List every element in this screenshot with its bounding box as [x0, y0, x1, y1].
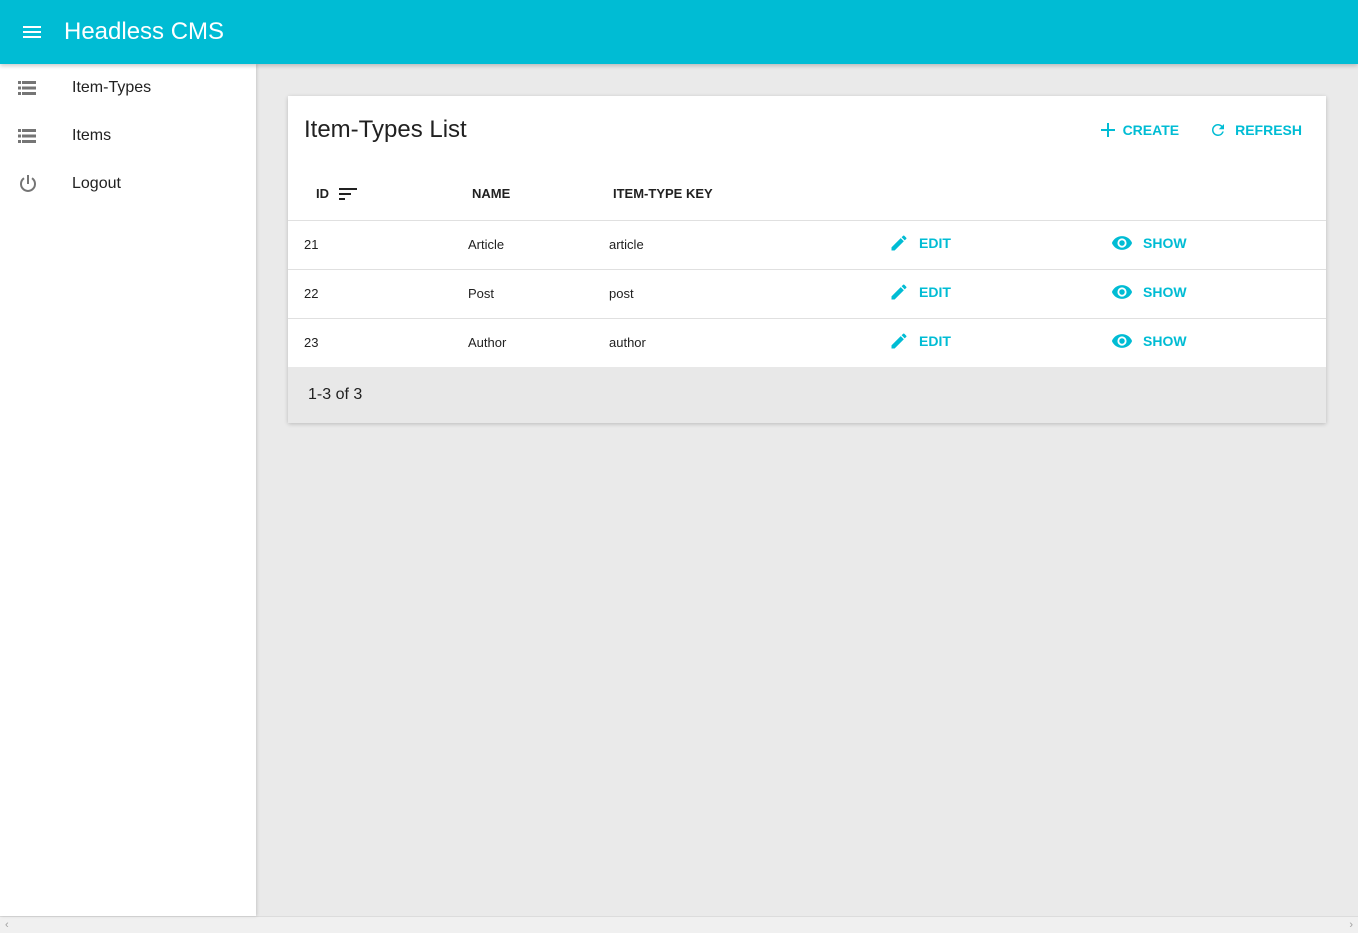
cell-key: author: [609, 317, 883, 367]
sidebar: Item-Types Items Logout: [0, 64, 256, 916]
edit-button[interactable]: EDIT: [889, 331, 951, 351]
show-label: SHOW: [1143, 333, 1187, 350]
column-header-name[interactable]: NAME: [468, 168, 609, 220]
pagination-footer: 1-3 of 3: [288, 367, 1326, 423]
table-row[interactable]: 22 Post post EDIT SHOW: [288, 268, 1326, 318]
eye-icon: [1111, 236, 1133, 250]
create-label: CREATE: [1122, 122, 1180, 138]
show-label: SHOW: [1143, 235, 1187, 251]
cell-name: Author: [468, 317, 609, 367]
card-actions: CREATE REFRESH: [1079, 112, 1310, 148]
cell-id: 22: [288, 268, 468, 318]
refresh-button[interactable]: REFRESH: [1201, 112, 1310, 148]
edit-label: EDIT: [919, 333, 951, 350]
column-header-key[interactable]: ITEM-TYPE KEY: [609, 168, 883, 220]
cell-id: 21: [288, 219, 468, 269]
hamburger-menu-icon: [23, 26, 41, 38]
show-button[interactable]: SHOW: [1111, 330, 1187, 352]
sidebar-item-item-types[interactable]: Item-Types: [0, 64, 256, 112]
table-row[interactable]: 23 Author author EDIT SHOW: [288, 317, 1326, 367]
edit-label: EDIT: [919, 235, 951, 251]
pencil-icon: [891, 284, 907, 300]
item-types-table: ID NAME ITEM-TYPE KEY 21 Article article: [288, 168, 1326, 367]
cell-id: 23: [288, 317, 468, 367]
page-title: Item-Types List: [304, 116, 467, 143]
pencil-icon: [891, 235, 907, 251]
scroll-left-icon[interactable]: ‹: [5, 919, 9, 931]
list-icon: [0, 129, 56, 143]
column-header-id[interactable]: ID: [288, 168, 468, 220]
table-header-row: ID NAME ITEM-TYPE KEY: [288, 168, 1326, 220]
cell-name: Article: [468, 219, 609, 269]
menu-button[interactable]: [0, 0, 64, 64]
table-row[interactable]: 21 Article article EDIT SHOW: [288, 219, 1326, 269]
sidebar-item-label: Logout: [72, 175, 121, 192]
sort-icon: [339, 187, 357, 200]
create-button[interactable]: CREATE: [1093, 112, 1188, 148]
list-icon: [0, 81, 56, 95]
sidebar-item-label: Item-Types: [72, 79, 152, 96]
horizontal-scrollbar[interactable]: ‹ ›: [0, 916, 1358, 933]
scroll-right-icon[interactable]: ›: [1349, 919, 1353, 931]
eye-icon: [1111, 334, 1133, 349]
item-types-list-card: Item-Types List CREATE REFRESH ID NAME I…: [288, 96, 1326, 423]
cell-key: article: [609, 219, 883, 269]
column-header-edit: [883, 168, 1105, 220]
cell-key: post: [609, 268, 883, 318]
sidebar-item-items[interactable]: Items: [0, 112, 256, 160]
edit-button[interactable]: EDIT: [889, 233, 951, 253]
power-icon: [0, 174, 56, 194]
show-button[interactable]: SHOW: [1111, 232, 1187, 254]
refresh-icon: [1212, 124, 1225, 136]
pencil-icon: [891, 333, 907, 349]
column-header-show: [1105, 168, 1326, 220]
column-header-label: ID: [316, 186, 329, 202]
sidebar-item-logout[interactable]: Logout: [0, 160, 256, 208]
app-bar: Headless CMS: [0, 0, 1358, 64]
refresh-label: REFRESH: [1235, 122, 1302, 138]
show-button[interactable]: SHOW: [1111, 281, 1187, 303]
show-label: SHOW: [1143, 284, 1187, 300]
plus-icon: [1100, 123, 1115, 137]
pagination-text: 1-3 of 3: [308, 386, 363, 403]
cell-name: Post: [468, 268, 609, 318]
eye-icon: [1111, 285, 1133, 299]
edit-label: EDIT: [919, 284, 951, 300]
app-title: Headless CMS: [64, 18, 225, 45]
edit-button[interactable]: EDIT: [889, 282, 951, 302]
sidebar-item-label: Items: [72, 127, 112, 144]
